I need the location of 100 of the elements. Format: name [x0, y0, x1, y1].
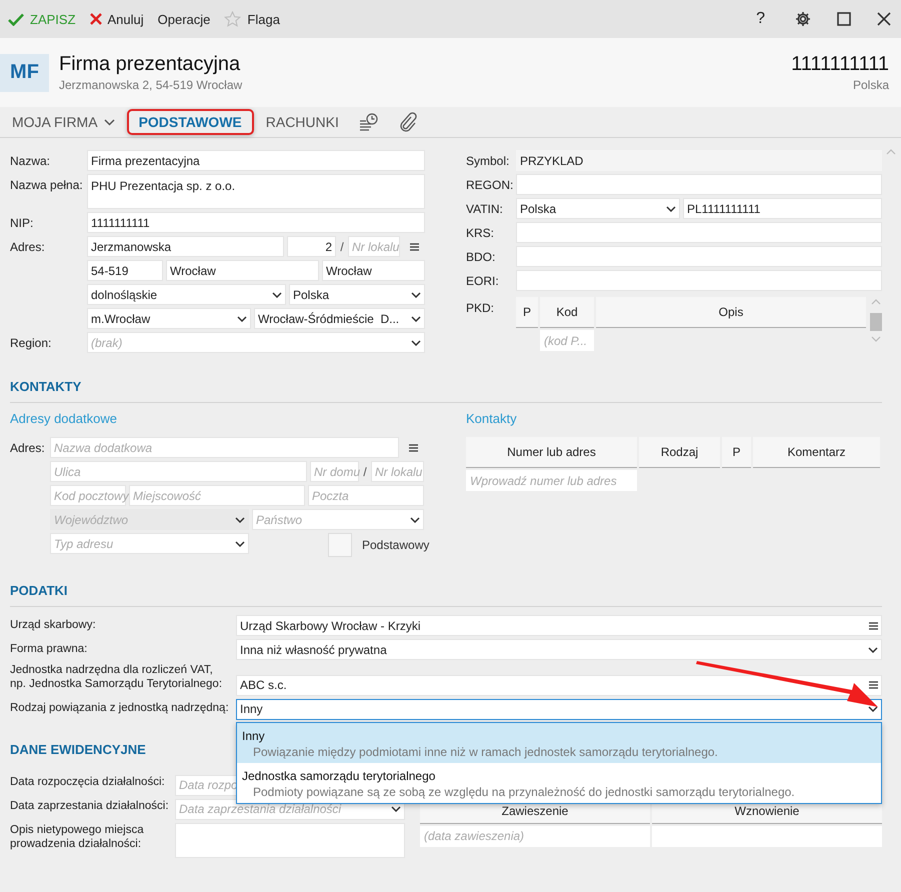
field-label: Rodzaj powiązania z jednostką nadrzędną: [10, 701, 230, 716]
section-heading: DANE EWIDENCYJNE [10, 742, 146, 759]
field-label: VATIN: [466, 201, 504, 218]
field-label: PKD: [466, 300, 496, 317]
option-description: Podmioty powiązane są ze sobą ze względu na przynależność do jednostki samorządu terytorialnego. [252, 784, 796, 799]
input-field[interactable]: Wrocław [322, 260, 425, 281]
input-field[interactable] [516, 270, 882, 291]
table-cell[interactable] [652, 826, 882, 847]
field-label: EORI: [466, 273, 500, 290]
chevron-icon [868, 646, 878, 652]
chevron-icon [391, 806, 401, 812]
chevron-icon [272, 292, 282, 298]
input-field[interactable]: PRZYKLAD [516, 150, 882, 171]
field-label: Data zaprzestania działalności: [10, 798, 170, 814]
select-field[interactable]: Polska [289, 284, 425, 305]
chevron-icon [666, 206, 676, 212]
field-label: Jednostka nadrzędna dla rozliczeń VAT, np. Jednostka Samorządu Terytorialnego: [10, 663, 224, 692]
field-label: Region: [10, 335, 52, 352]
toolbar-button[interactable]: Operacje [158, 12, 210, 26]
lookup-field[interactable]: Urząd Skarbowy Wrocław - Krzyki [236, 615, 882, 636]
separator: / [362, 464, 368, 480]
menu-icon [869, 681, 878, 690]
text-area[interactable]: PHU Prezentacja sp. z o.o. [87, 174, 425, 209]
checkbox[interactable] [328, 533, 352, 557]
close-icon [90, 13, 102, 25]
chevron-icon [237, 316, 247, 322]
field-label: Opis nietypowego miejsca prowadzenia działalności: [10, 822, 145, 852]
input-field[interactable] [516, 222, 882, 243]
column-header[interactable]: P [516, 297, 538, 328]
section-heading: PODATKI [10, 583, 882, 607]
select-field[interactable]: Wrocław-Śródmieście D... [254, 308, 425, 329]
chevron-icon [411, 292, 421, 298]
separator: / [339, 238, 345, 256]
option-title: Inny [242, 728, 266, 743]
initials-avatar: MF [0, 54, 49, 92]
subsection-title: Kontakty [466, 411, 518, 426]
maximize-icon[interactable] [837, 12, 851, 26]
field-label: BDO: [466, 249, 496, 266]
chevron-icon [411, 316, 421, 322]
subsection-title: Adresy dodatkowe [10, 411, 118, 426]
chevron-icon [868, 706, 878, 712]
text-area[interactable] [175, 822, 405, 858]
settings-icon[interactable] [795, 11, 811, 27]
field-label: Adres: [10, 239, 46, 256]
field-label: Urząd skarbowy: [10, 618, 97, 633]
company-number: 1111111111 [791, 53, 889, 76]
check-icon [8, 12, 24, 26]
section-heading: KONTAKTY [10, 379, 882, 403]
select-field[interactable]: m.Wrocław [87, 308, 251, 329]
close-icon[interactable] [877, 12, 891, 26]
star-icon [224, 11, 242, 27]
lookup-field[interactable]: ABC s.c. [236, 674, 882, 696]
input-field[interactable]: 2 [287, 236, 336, 257]
chevron-icon [410, 516, 420, 522]
checkbox-label: Podstawowy [362, 538, 430, 552]
field-label: Data rozpoczęcia działalności: [10, 774, 166, 790]
field-label: Adres: [10, 440, 46, 457]
select-field[interactable]: Polska [516, 198, 680, 219]
menu-icon [410, 242, 419, 250]
field-label: Forma prawna: [10, 642, 88, 657]
chevron-icon [411, 340, 421, 346]
field-label: Symbol: [466, 153, 510, 170]
company-country: Polska [852, 78, 889, 92]
input-field[interactable]: PL1111111111 [683, 198, 882, 219]
column-header[interactable]: Komentarz [753, 437, 880, 468]
input-field[interactable]: Wrocław [166, 260, 319, 281]
scroll-up-icon[interactable] [886, 149, 896, 155]
menu-icon [869, 622, 878, 630]
input-field[interactable] [516, 174, 882, 195]
select-field[interactable]: dolnośląskie [87, 284, 286, 305]
select-field[interactable]: Inny [236, 698, 882, 720]
column-header[interactable]: P [722, 437, 751, 468]
select-field[interactable]: Inna niż własność prywatna [236, 639, 882, 660]
dropdown-option[interactable]: Inny Powiązanie między podmiotami inne niż w ramach jednostek samorządu terytorialnego. [237, 722, 881, 763]
input-field[interactable]: Jerzmanowska [87, 236, 284, 257]
input-field[interactable]: 1111111111 [87, 212, 425, 233]
input-field[interactable]: Firma prezentacyjna [87, 150, 425, 171]
field-label: NIP: [10, 215, 34, 232]
option-title: Jednostka samorządu terytorialnego [242, 768, 436, 783]
chevron-icon [235, 540, 245, 546]
column-header[interactable]: Kod [540, 297, 594, 328]
input-field[interactable]: 54-519 [87, 260, 163, 281]
tab[interactable]: PODSTAWOWE [126, 109, 254, 135]
help-button[interactable]: ? [756, 10, 765, 28]
field-label: REGON: [466, 177, 514, 194]
column-header[interactable]: Rodzaj [639, 437, 720, 468]
toolbar-button[interactable]: Anuluj [90, 12, 144, 26]
chevron-icon [104, 118, 115, 126]
field-label: Nazwa: [10, 153, 52, 170]
column-header[interactable]: Numer lub adres [466, 437, 637, 468]
toolbar-button[interactable]: Flaga [224, 11, 280, 27]
chevron-icon [235, 516, 245, 522]
option-description: Powiązanie między podmiotami inne niż w ramach jednostek samorządu terytorialnego. [252, 744, 719, 759]
input-field[interactable] [516, 246, 882, 267]
field-label: KRS: [466, 225, 496, 242]
tab[interactable]: RACHUNKI [258, 109, 347, 135]
company-address: Jerzmanowska 2, 54-519 Wrocław [59, 78, 242, 92]
column-header[interactable]: Opis [596, 297, 866, 328]
company-name: Firma prezentacyjna [59, 53, 242, 76]
tab[interactable]: MOJA FIRMA [4, 109, 123, 135]
